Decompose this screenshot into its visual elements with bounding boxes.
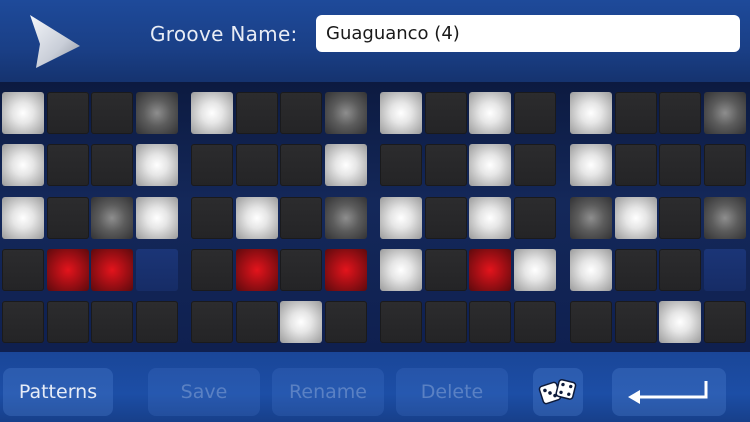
step-cell[interactable] — [469, 144, 511, 186]
step-cell[interactable] — [659, 144, 701, 186]
step-cell[interactable] — [570, 197, 612, 239]
enter-button[interactable] — [612, 368, 726, 416]
step-cell[interactable] — [469, 197, 511, 239]
step-cell[interactable] — [614, 144, 657, 186]
step-cell[interactable] — [703, 301, 746, 343]
step-cell[interactable] — [614, 92, 657, 134]
step-cell[interactable] — [469, 301, 511, 343]
step-cell[interactable] — [703, 249, 746, 291]
step-cell[interactable] — [659, 249, 701, 291]
step-cell[interactable] — [424, 144, 467, 186]
return-arrow-icon — [628, 381, 708, 404]
step-cell[interactable] — [2, 301, 44, 343]
step-cell[interactable] — [135, 144, 178, 186]
step-cell[interactable] — [614, 197, 657, 239]
step-cell[interactable] — [324, 144, 367, 186]
groove-name-input[interactable] — [316, 15, 740, 52]
step-cell[interactable] — [380, 249, 422, 291]
step-cell[interactable] — [424, 249, 467, 291]
step-cell[interactable] — [91, 197, 133, 239]
step-cell[interactable] — [191, 301, 233, 343]
step-cell[interactable] — [513, 144, 556, 186]
step-cell[interactable] — [235, 301, 278, 343]
step-cell[interactable] — [659, 301, 701, 343]
step-cell[interactable] — [91, 301, 133, 343]
step-cell[interactable] — [46, 92, 89, 134]
step-cell[interactable] — [135, 249, 178, 291]
step-cell[interactable] — [2, 92, 44, 134]
step-cell[interactable] — [424, 92, 467, 134]
step-cell[interactable] — [91, 144, 133, 186]
step-cell[interactable] — [280, 144, 322, 186]
step-cell[interactable] — [46, 249, 89, 291]
step-sequencer-grid — [0, 82, 750, 352]
step-cell[interactable] — [91, 249, 133, 291]
step-cell[interactable] — [570, 92, 612, 134]
step-cell[interactable] — [570, 301, 612, 343]
step-cell[interactable] — [570, 249, 612, 291]
step-cell[interactable] — [46, 197, 89, 239]
step-cell[interactable] — [235, 92, 278, 134]
groove-name-label: Groove Name: — [150, 22, 298, 46]
rename-button[interactable]: Rename — [272, 368, 384, 416]
step-cell[interactable] — [380, 301, 422, 343]
step-cell[interactable] — [380, 197, 422, 239]
step-cell[interactable] — [659, 197, 701, 239]
step-cell[interactable] — [191, 144, 233, 186]
step-cell[interactable] — [513, 92, 556, 134]
save-button[interactable]: Save — [148, 368, 260, 416]
step-cell[interactable] — [235, 144, 278, 186]
step-cell[interactable] — [380, 92, 422, 134]
step-cell[interactable] — [424, 197, 467, 239]
play-button[interactable] — [22, 12, 84, 70]
step-cell[interactable] — [513, 301, 556, 343]
step-cell[interactable] — [280, 249, 322, 291]
step-cell[interactable] — [91, 92, 133, 134]
step-cell[interactable] — [280, 197, 322, 239]
step-cell[interactable] — [570, 144, 612, 186]
step-cell[interactable] — [424, 301, 467, 343]
header-bar: Groove Name: — [0, 0, 750, 82]
step-cell[interactable] — [191, 92, 233, 134]
step-cell[interactable] — [2, 197, 44, 239]
step-cell[interactable] — [191, 197, 233, 239]
step-cell[interactable] — [659, 92, 701, 134]
step-cell[interactable] — [135, 301, 178, 343]
step-cell[interactable] — [280, 301, 322, 343]
step-cell[interactable] — [135, 197, 178, 239]
step-cell[interactable] — [46, 301, 89, 343]
step-cell[interactable] — [135, 92, 178, 134]
step-cell[interactable] — [46, 144, 89, 186]
step-cell[interactable] — [324, 197, 367, 239]
step-cell[interactable] — [2, 249, 44, 291]
step-cell[interactable] — [513, 249, 556, 291]
play-icon — [30, 15, 80, 68]
step-cell[interactable] — [324, 249, 367, 291]
patterns-button[interactable]: Patterns — [3, 368, 113, 416]
step-cell[interactable] — [235, 197, 278, 239]
step-cell[interactable] — [324, 301, 367, 343]
delete-button[interactable]: Delete — [396, 368, 508, 416]
step-cell[interactable] — [513, 197, 556, 239]
step-cell[interactable] — [703, 197, 746, 239]
step-cell[interactable] — [235, 249, 278, 291]
step-cell[interactable] — [703, 92, 746, 134]
step-cell[interactable] — [191, 249, 233, 291]
step-cell[interactable] — [280, 92, 322, 134]
step-cell[interactable] — [614, 301, 657, 343]
step-cell[interactable] — [614, 249, 657, 291]
step-cell[interactable] — [2, 144, 44, 186]
dice-icon — [538, 379, 577, 405]
step-cell[interactable] — [469, 92, 511, 134]
randomize-button[interactable] — [533, 368, 583, 416]
step-cell[interactable] — [380, 144, 422, 186]
step-cell[interactable] — [324, 92, 367, 134]
step-cell[interactable] — [469, 249, 511, 291]
step-cell[interactable] — [703, 144, 746, 186]
